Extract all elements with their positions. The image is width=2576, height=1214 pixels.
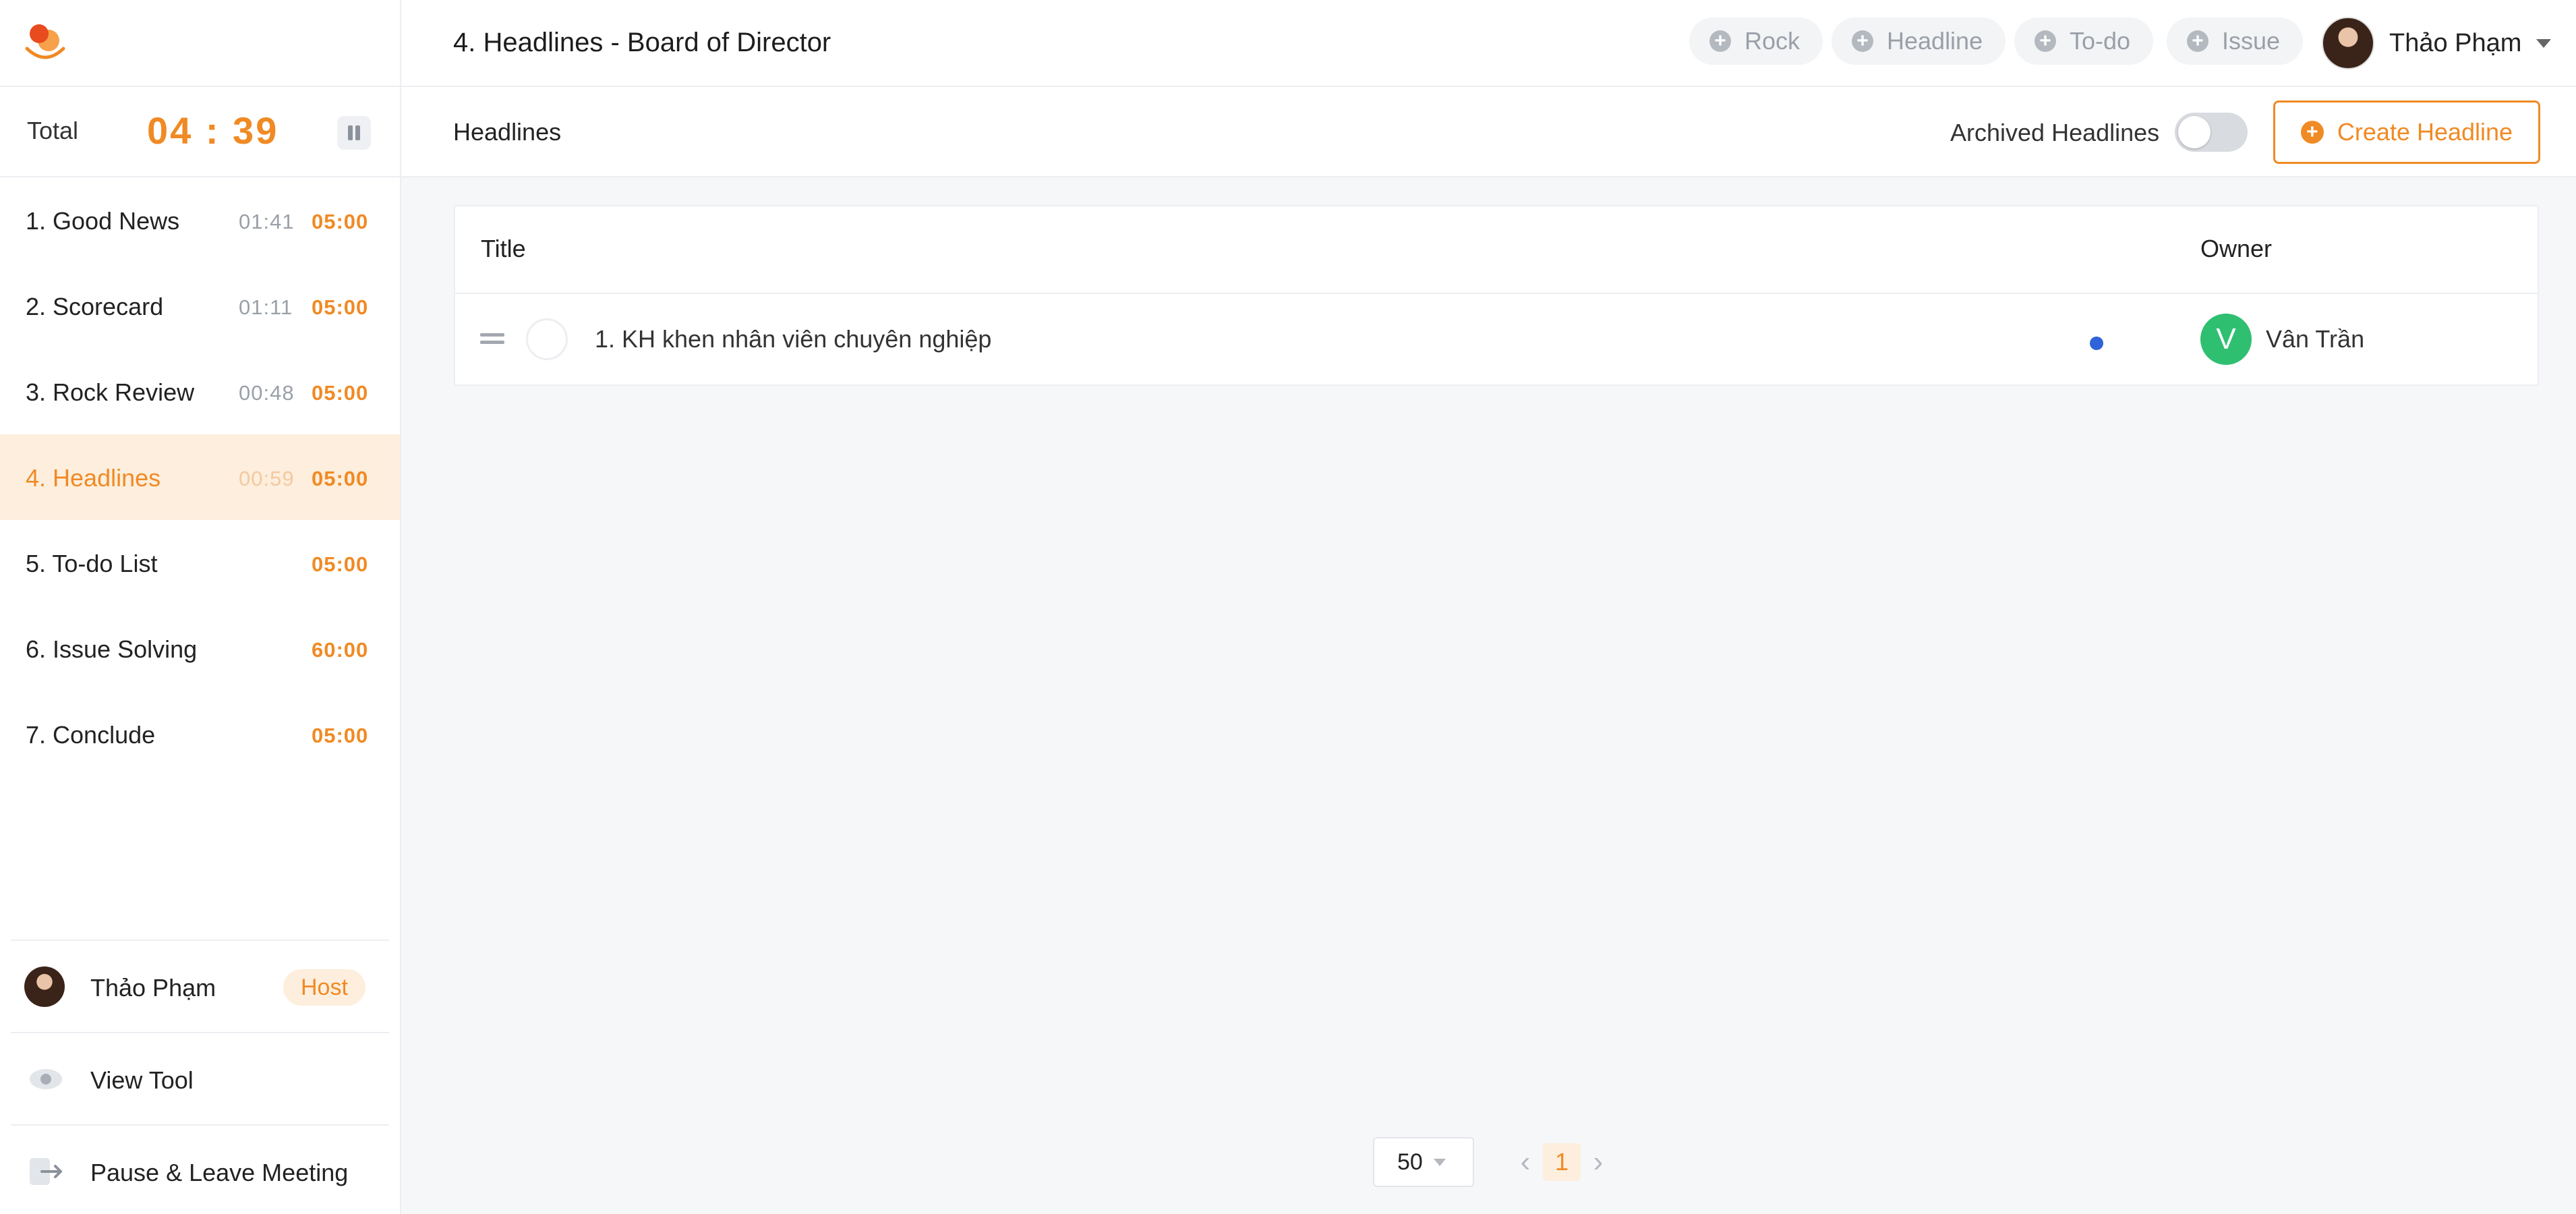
agenda-label: 5. To-do List [26,550,158,577]
plus-icon: + [1852,30,1873,52]
agenda-time-limit: 05:00 [312,552,369,576]
owner-avatar: V [2200,314,2252,365]
add-todo-label: To-do [2070,27,2131,55]
agenda-item-rock-review[interactable]: 3. Rock Review 00:48 05:00 [0,349,400,434]
agenda-time-limit: 05:00 [312,210,369,233]
page-title: 4. Headlines - Board of Director [453,28,831,57]
agenda-label: 7. Conclude [26,721,156,749]
page-size-select[interactable]: 50 [1373,1137,1474,1187]
eye-icon [30,1069,62,1089]
headlines-toolbar: Headlines Archived Headlines + Create He… [401,87,2576,177]
top-header: 4. Headlines - Board of Director + Rock … [0,0,2576,87]
agenda-item-headlines[interactable]: 4. Headlines 00:59 05:00 [0,434,400,520]
agenda-label: 4. Headlines [26,464,161,492]
agenda-spent-time: 00:48 [239,381,295,405]
plus-icon: + [2187,30,2208,52]
chevron-left-icon[interactable]: ‹ [1512,1142,1539,1182]
pause-icon[interactable] [337,116,371,150]
page-number-current[interactable]: 1 [1543,1143,1581,1181]
chevron-down-icon [2536,38,2552,48]
status-dot-icon [2090,337,2103,350]
complete-checkbox[interactable] [526,318,568,360]
pagination: 50 ‹ 1 › [1373,1137,1612,1187]
owner-name: Vân Trần [2266,325,2365,353]
user-avatar [2322,17,2374,69]
toggle-knob [2178,116,2211,148]
page-size-value: 50 [1397,1149,1423,1175]
agenda-label: 2. Scorecard [26,293,164,320]
section-title: Headlines [453,118,562,146]
agenda-time-limit: 05:00 [312,381,369,405]
host-avatar-image [24,966,65,1007]
agenda-time-limit: 05:00 [312,724,369,747]
archived-headlines-label: Archived Headlines [1950,119,2160,146]
agenda-spent-time: 01:11 [239,295,293,319]
drag-handle-icon[interactable] [480,333,504,345]
agenda-item-conclude[interactable]: 7. Conclude 05:00 [0,691,400,777]
create-headline-button[interactable]: + Create Headline [2273,100,2540,164]
pause-leave-label: Pause & Leave Meeting [90,1159,349,1186]
add-headline-label: Headline [1887,27,1983,55]
view-tool-button[interactable]: View Tool [11,1032,389,1124]
agenda-time-limit: 05:00 [312,295,369,319]
agenda-sidebar: Total 04 : 39 1. Good News 01:41 05:00 2… [0,87,401,1214]
agenda-label: 1. Good News [26,207,180,235]
host-badge: Host [283,969,365,1006]
headlines-table: Title Owner 1. KH khen nhân viên chuyên … [454,205,2539,386]
pause-leave-button[interactable]: Pause & Leave Meeting [11,1124,389,1214]
agenda-spent-time: 01:41 [239,210,295,233]
plus-icon: + [1709,30,1731,52]
user-name: Thảo Phạm [2389,28,2522,57]
host-avatar [24,966,65,1007]
host-row: Thảo Phạm Host [11,940,389,1032]
app-root: 4. Headlines - Board of Director + Rock … [0,0,2576,1214]
create-headline-label: Create Headline [2337,118,2513,146]
agenda-time-limit: 60:00 [312,638,369,662]
view-tool-label: View Tool [90,1066,194,1094]
plus-icon: + [2300,121,2324,144]
add-headline-button[interactable]: + Headline [1832,18,2006,65]
agenda-item-good-news[interactable]: 1. Good News 01:41 05:00 [0,177,400,263]
add-todo-button[interactable]: + To-do [2014,18,2154,65]
add-issue-button[interactable]: + Issue [2167,18,2304,65]
table-row[interactable]: 1. KH khen nhân viên chuyên nghiệp V Vân… [455,294,2538,384]
add-rock-label: Rock [1745,27,1801,55]
agenda-label: 6. Issue Solving [26,635,198,663]
agenda-item-todo-list[interactable]: 5. To-do List 05:00 [0,520,400,606]
user-menu[interactable]: Thảo Phạm [2322,16,2552,70]
agenda-item-issue-solving[interactable]: 6. Issue Solving 60:00 [0,606,400,691]
add-rock-button[interactable]: + Rock [1689,18,1823,65]
archived-headlines-toggle[interactable] [2175,113,2248,152]
agenda-item-scorecard[interactable]: 2. Scorecard 01:11 05:00 [0,263,400,349]
add-issue-label: Issue [2222,27,2281,55]
chevron-down-icon [1433,1158,1446,1166]
column-header-owner: Owner [2200,235,2273,262]
total-label: Total [27,117,79,144]
sidebar-footer: Thảo Phạm Host View Tool Pause & Leave M… [0,940,400,1214]
total-time: 04 : 39 [147,109,279,152]
host-name: Thảo Phạm [90,974,216,1002]
column-header-title: Title [481,235,526,262]
total-timer: Total 04 : 39 [0,87,400,177]
chevron-right-icon[interactable]: › [1585,1142,1612,1182]
app-logo-icon[interactable] [22,19,69,66]
headline-title[interactable]: 1. KH khen nhân viên chuyên nghiệp [595,325,991,353]
header-divider [400,0,401,87]
agenda-spent-time: 00:59 [239,467,295,490]
plus-icon: + [2035,30,2056,52]
table-header: Title Owner [455,206,2538,294]
agenda-time-limit: 05:00 [312,467,369,490]
agenda-label: 3. Rock Review [26,378,195,406]
exit-icon [30,1158,62,1185]
